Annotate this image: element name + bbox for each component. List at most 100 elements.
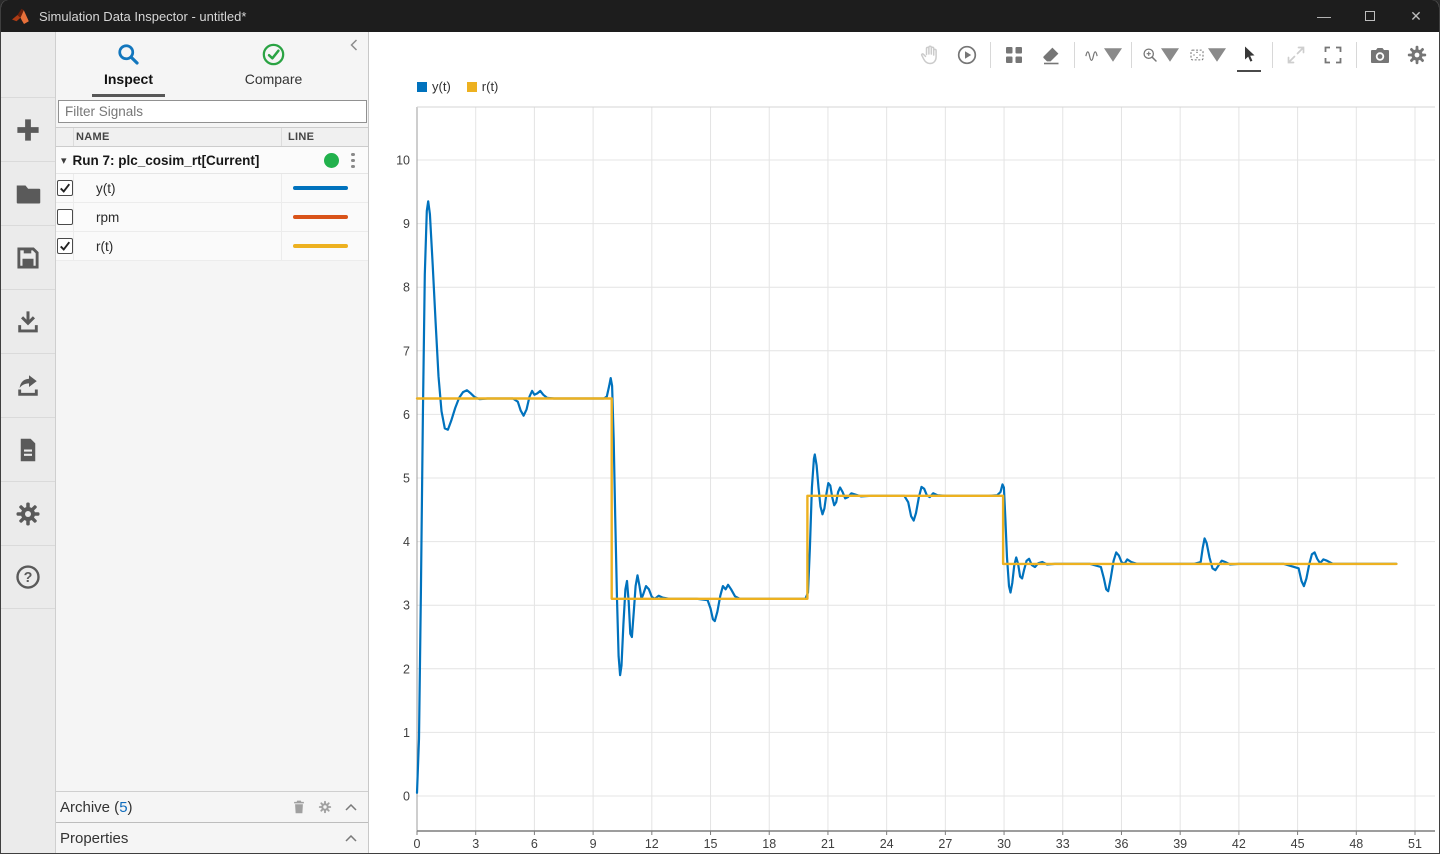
trash-icon [290,798,308,816]
x-tick-label: 48 [1349,837,1363,851]
y-tick-label: 3 [403,599,410,613]
signal-name: r(t) [74,239,281,254]
y-tick-label: 9 [403,217,410,231]
chevron-up-icon [345,835,357,842]
y-tick-label: 4 [403,535,410,549]
time-plot[interactable]: 0369121518212427303336394245485101234567… [369,32,1439,854]
expand-caret-icon[interactable]: ▾ [61,154,67,167]
left-icon-strip: ? [1,32,56,853]
window-title: Simulation Data Inspector - untitled* [39,9,246,24]
signal-line-swatch [293,215,348,219]
run-label: Run 7: plc_cosim_rt[Current] [73,153,260,168]
help-button[interactable]: ? [1,545,55,609]
plot-panel[interactable]: y(t)r(t) 0369121518212427303336394245485… [369,32,1439,853]
preferences-button[interactable] [1,481,55,545]
signal-checkbox[interactable] [57,209,73,225]
x-tick-label: 39 [1173,837,1187,851]
run-row[interactable]: ▾ Run 7: plc_cosim_rt[Current] [56,147,368,174]
x-tick-label: 45 [1291,837,1305,851]
archive-settings-button[interactable] [314,796,336,818]
y-tick-label: 10 [396,154,410,168]
y-tick-label: 0 [403,790,410,804]
tab-compare-label: Compare [245,71,303,87]
minimize-button[interactable]: — [1301,0,1347,32]
run-status-dot [324,153,339,168]
question-circle-icon: ? [13,562,43,592]
y-tick-label: 8 [403,281,410,295]
report-button[interactable] [1,417,55,481]
x-axis: 03691215182124273033363942454851 [414,831,1435,851]
chevron-up-icon [345,804,357,811]
close-button[interactable]: ✕ [1393,0,1439,32]
signal-row[interactable]: rpm [56,203,368,232]
matlab-logo-icon [12,8,31,25]
x-tick-label: 3 [472,837,479,851]
x-tick-label: 12 [645,837,659,851]
archive-label: Archive ( [60,799,119,816]
x-tick-label: 24 [880,837,894,851]
column-header-name: NAME [74,131,281,143]
series-lines [417,201,1396,793]
x-tick-label: 0 [414,837,421,851]
check-circle-icon [260,41,287,68]
checkmark-icon [59,182,71,194]
y-tick-label: 1 [403,726,410,740]
export-button[interactable] [1,353,55,417]
floppy-disk-icon [13,243,43,273]
import-button[interactable] [1,289,55,353]
series-y(t) [417,201,1396,793]
x-tick-label: 6 [531,837,538,851]
table-header: NAME LINE [56,127,368,147]
signal-row[interactable]: y(t) [56,174,368,203]
archive-collapse-button[interactable] [340,796,362,818]
archive-header[interactable]: Archive (5) [56,791,368,822]
x-tick-label: 27 [938,837,952,851]
x-tick-label: 30 [997,837,1011,851]
tab-compare[interactable]: Compare [201,32,346,97]
app-window: Simulation Data Inspector - untitled* — … [0,0,1440,854]
y-tick-label: 7 [403,344,410,358]
y-axis: 0 1 2 3 4 5 6 7 8 9 10 [396,154,410,804]
y-tick-label: 6 [403,408,410,422]
signal-checkbox[interactable] [57,238,73,254]
signal-line-swatch [293,186,348,190]
run-menu-button[interactable] [346,151,360,170]
collapse-panel-button[interactable] [346,38,362,54]
archive-trash-button[interactable] [288,796,310,818]
x-tick-label: 36 [1115,837,1129,851]
open-button[interactable] [1,161,55,225]
small-gear-icon [317,799,333,815]
document-icon [13,435,43,465]
signal-panel: Inspect Compare NAM [56,32,369,853]
save-button[interactable] [1,225,55,289]
properties-header[interactable]: Properties [56,822,368,853]
checkmark-icon [59,240,71,252]
tab-inspect[interactable]: Inspect [56,32,201,97]
x-tick-label: 18 [762,837,776,851]
signal-checkbox[interactable] [57,180,73,196]
maximize-button[interactable] [1347,0,1393,32]
properties-label: Properties [60,830,128,847]
signal-list: y(t) rpm r(t) [56,174,368,261]
properties-collapse-button[interactable] [340,827,362,849]
x-tick-label: 33 [1056,837,1070,851]
x-tick-label: 21 [821,837,835,851]
download-arrow-icon [13,307,43,337]
y-tick-label: 2 [403,662,410,676]
window-controls: — ✕ [1301,0,1439,32]
y-tick-label: 5 [403,472,410,486]
x-tick-label: 15 [704,837,718,851]
x-tick-label: 51 [1408,837,1422,851]
signal-name: y(t) [74,181,281,196]
column-header-line: LINE [281,128,368,146]
grid-lines [417,107,1435,831]
magnifier-icon [115,41,142,68]
svg-text:?: ? [24,570,33,586]
share-arrow-icon [13,371,43,401]
signal-line-swatch [293,244,348,248]
signal-row[interactable]: r(t) [56,232,368,261]
add-button[interactable] [1,97,55,161]
tab-inspect-label: Inspect [104,71,153,87]
gear-icon [13,499,43,529]
filter-signals-input[interactable] [58,100,367,123]
